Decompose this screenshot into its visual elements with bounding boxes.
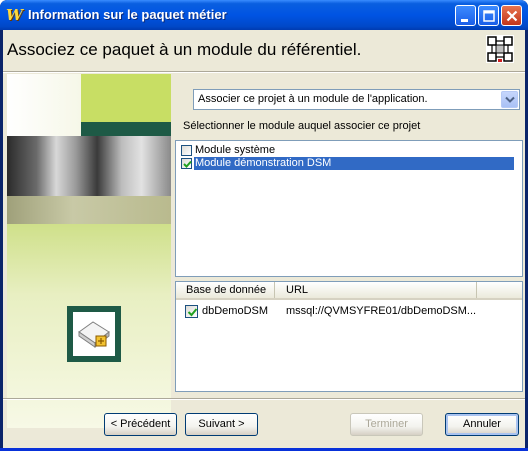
column-header-database[interactable]: Base de donnée	[176, 282, 275, 298]
close-button[interactable]	[501, 5, 522, 26]
minimize-icon	[461, 19, 468, 22]
maximize-button[interactable]	[478, 5, 499, 26]
wizard-side-image	[7, 74, 171, 428]
list-item-module-demonstration[interactable]: Module démonstration DSM	[177, 157, 521, 171]
package-icon	[78, 321, 110, 349]
header-divider	[3, 71, 525, 73]
module-systeme-checkbox[interactable]	[181, 145, 192, 156]
module-network-icon	[486, 35, 514, 63]
database-name: dbDemoDSM	[202, 305, 269, 317]
chevron-down-icon	[505, 96, 515, 103]
column-header-url[interactable]: URL	[276, 282, 477, 298]
close-icon	[506, 10, 518, 22]
title-bar[interactable]: W Information sur le paquet métier	[0, 0, 528, 30]
module-label: Module système	[195, 144, 276, 156]
association-dropdown-value: Associer ce projet à un module de l'appl…	[198, 93, 428, 105]
minimize-button[interactable]	[455, 5, 476, 26]
database-url: mssql://QVMSYFRE01/dbDemoDSM...	[286, 305, 477, 317]
table-header: Base de donnée URL	[176, 282, 522, 300]
people-photo	[7, 136, 171, 196]
association-dropdown[interactable]: Associer ce projet à un module de l'appl…	[193, 89, 520, 110]
list-item-module-systeme[interactable]: Module système	[177, 144, 521, 158]
module-label: Module démonstration DSM	[194, 157, 514, 170]
wizard-header: Associez ce paquet à un module du référe…	[3, 30, 525, 70]
wizard-window: W Information sur le paquet métier Assoc…	[0, 0, 528, 451]
package-image-frame	[67, 306, 121, 362]
window-title: Information sur le paquet métier	[28, 7, 227, 22]
database-checkbox[interactable]	[185, 305, 198, 318]
checkmark-icon	[187, 308, 198, 317]
checkmark-icon	[183, 160, 192, 168]
module-demonstration-checkbox[interactable]	[181, 158, 192, 169]
previous-button[interactable]: < Précédent	[104, 413, 177, 436]
footer-divider	[3, 398, 525, 400]
dropdown-button[interactable]	[501, 91, 518, 108]
table-row[interactable]: dbDemoDSM mssql://QVMSYFRE01/dbDemoDSM..…	[176, 303, 522, 319]
module-list[interactable]: Module système Module démonstration DSM	[175, 140, 523, 277]
module-select-label: Sélectionner le module auquel associer c…	[183, 120, 421, 132]
maximize-icon	[483, 10, 495, 22]
finish-button[interactable]: Terminer	[350, 413, 423, 436]
database-table: Base de donnée URL dbDemoDSM mssql://QVM…	[175, 281, 523, 392]
next-button[interactable]: Suivant >	[185, 413, 258, 436]
dialog-body: Associez ce paquet à un module du référe…	[3, 30, 525, 448]
cancel-button[interactable]: Annuler	[445, 413, 519, 436]
app-logo-icon: W	[6, 6, 23, 24]
page-title: Associez ce paquet à un module du référe…	[7, 40, 362, 59]
